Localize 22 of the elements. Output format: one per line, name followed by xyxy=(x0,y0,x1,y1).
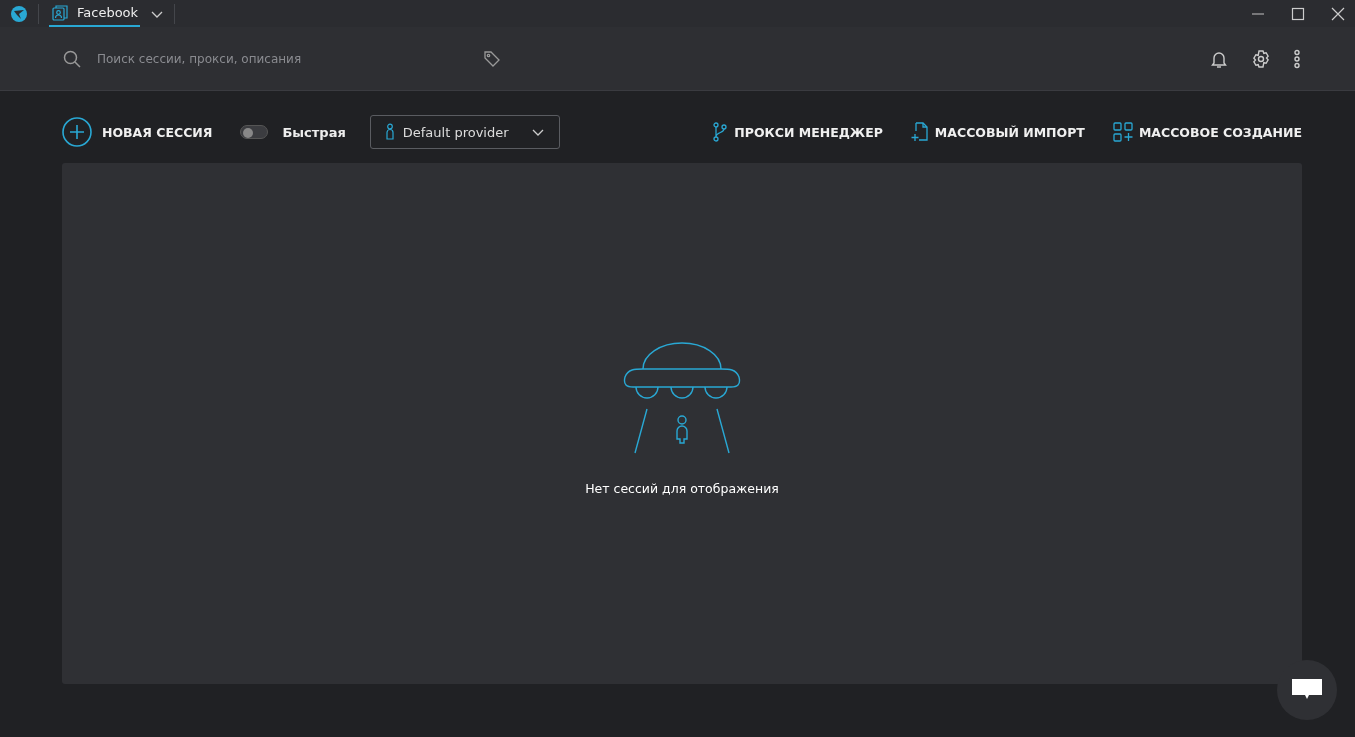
branch-icon xyxy=(712,122,729,142)
toggle-label: Быстрая xyxy=(282,124,346,140)
close-icon[interactable] xyxy=(1331,6,1345,21)
new-session-button[interactable]: НОВАЯ СЕССИЯ xyxy=(62,117,213,147)
maximize-icon[interactable] xyxy=(1291,6,1305,21)
search-icon xyxy=(63,49,81,68)
proxy-manager-button[interactable]: ПРОКСИ МЕНЕДЖЕР xyxy=(712,122,883,142)
provider-select[interactable]: Default provider xyxy=(369,115,560,149)
profile-icon xyxy=(51,3,69,22)
logo-icon xyxy=(10,4,28,23)
empty-message: Нет сессий для отображения xyxy=(585,481,779,496)
settings-icon[interactable] xyxy=(1251,48,1271,69)
quick-toggle[interactable] xyxy=(240,125,269,139)
file-plus-icon xyxy=(910,122,929,142)
search-field[interactable]: Поиск сессии, прокси, описания xyxy=(95,50,469,67)
bulk-import-button[interactable]: МАССОВЫЙ ИМПОРТ xyxy=(910,122,1085,142)
plus-circle-icon xyxy=(62,117,92,147)
person-icon xyxy=(384,123,395,141)
bulk-create-button[interactable]: МАССОВОЕ СОЗДАНИЕ xyxy=(1112,122,1302,142)
grid-plus-icon xyxy=(1112,122,1133,142)
more-icon[interactable] xyxy=(1293,48,1301,69)
tag-icon[interactable] xyxy=(483,49,501,68)
